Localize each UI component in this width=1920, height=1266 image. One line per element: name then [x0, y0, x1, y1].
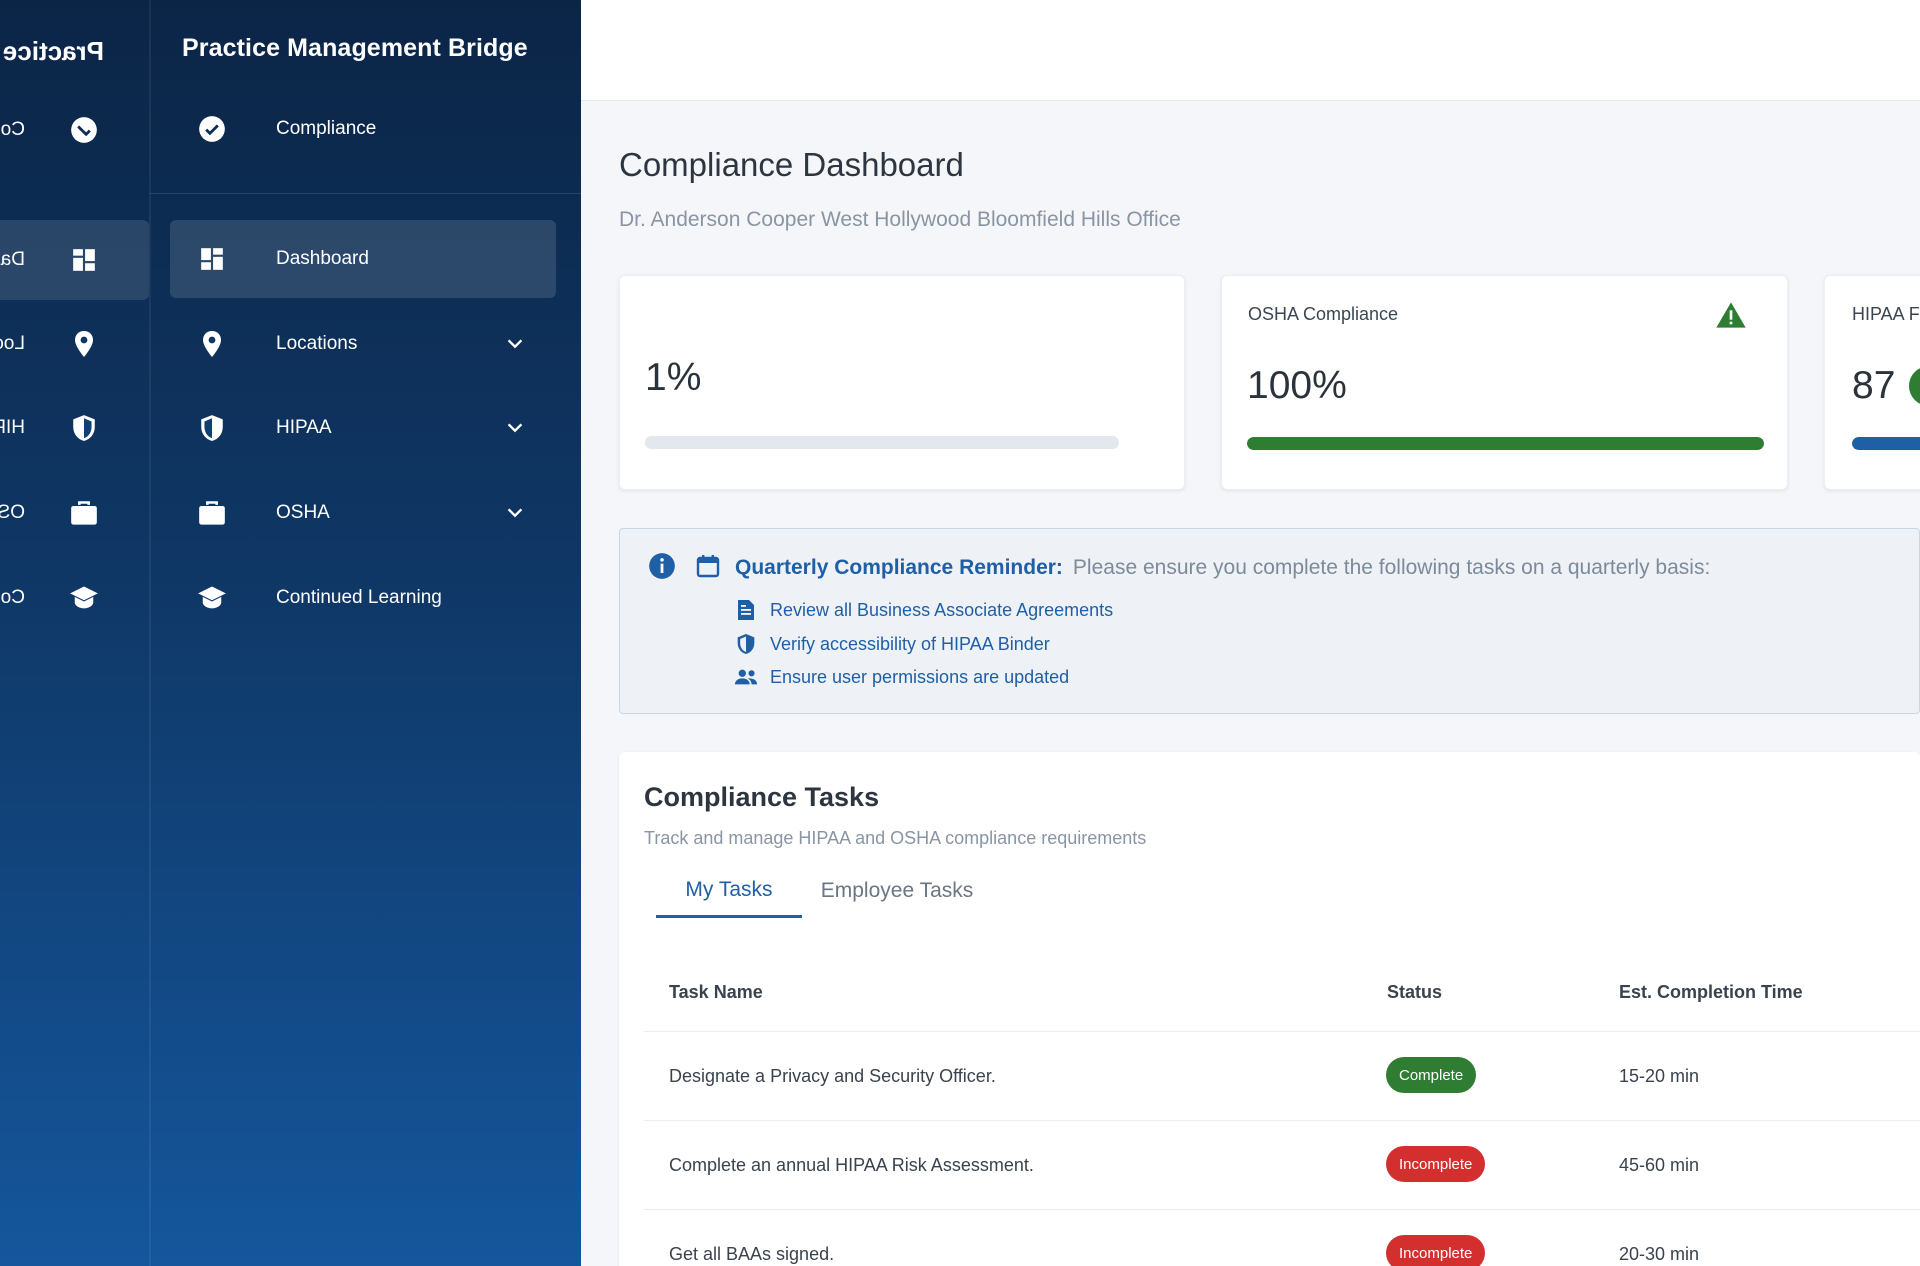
- chevron-down-icon[interactable]: [504, 333, 526, 355]
- compliance-tasks-card: Compliance Tasks Track and manage HIPAA …: [619, 752, 1920, 1266]
- sidebar-item-label: Compliance: [276, 118, 377, 139]
- chevron-down-icon[interactable]: [504, 502, 526, 524]
- shield-icon: [69, 413, 99, 443]
- progress-fill: [1247, 437, 1764, 450]
- sidebar-ghost-mirror: Practice M Com Dash Loca HIPA: [0, 0, 150, 1266]
- ghost-item-osha: OSH: [0, 473, 149, 553]
- briefcase-icon: [69, 498, 99, 528]
- sidebar-collapsed-divider: [150, 0, 151, 1266]
- ghost-label: Loca: [0, 333, 25, 354]
- column-header-task-name[interactable]: Task Name: [669, 982, 763, 1003]
- ghost-item-locations: Loca: [0, 304, 149, 384]
- section-subtitle: Track and manage HIPAA and OSHA complian…: [644, 828, 1147, 848]
- tab-my-tasks[interactable]: My Tasks: [656, 864, 802, 918]
- task-name: Designate a Privacy and Security Officer…: [669, 1066, 996, 1086]
- reminder-title: Quarterly Compliance Reminder:: [735, 556, 1063, 579]
- ghost-label: Com: [0, 119, 25, 140]
- column-header-status[interactable]: Status: [1387, 982, 1442, 1003]
- progress-track: [1852, 437, 1920, 450]
- reminder-item: Ensure user permissions are updated: [734, 663, 1069, 691]
- sidebar-item-label: Continued Learning: [276, 587, 442, 608]
- check-circle-icon: [196, 113, 228, 145]
- task-name: Complete an annual HIPAA Risk Assessment…: [669, 1155, 1034, 1175]
- completion-time: 20-30 min: [1619, 1244, 1700, 1264]
- stat-card-hipaa: HIPAA F 87: [1824, 275, 1920, 490]
- progress-fill: [645, 436, 650, 449]
- stat-value: 1%: [645, 356, 702, 399]
- sidebar-item-continued-learning[interactable]: Continued Learning: [170, 559, 556, 637]
- sidebar-item-label: Dashboard: [276, 248, 369, 269]
- app-brand: Practice Management Bridge: [182, 34, 528, 62]
- briefcase-icon: [196, 497, 228, 529]
- sidebar-item-hipaa[interactable]: HIPAA: [170, 389, 556, 467]
- calendar-icon: [696, 555, 720, 578]
- ghost-brand: Practice M: [0, 36, 104, 66]
- document-icon: [734, 598, 758, 622]
- dashboard-grid-icon: [69, 245, 99, 275]
- ghost-item-learning: Cont: [0, 558, 149, 638]
- status-dot: [1909, 366, 1920, 406]
- reminder-text: Please ensure you complete the following…: [1072, 556, 1711, 579]
- stat-value: 87: [1852, 364, 1896, 407]
- stat-label: OSHA Compliance: [1248, 304, 1399, 324]
- sidebar-item-compliance[interactable]: Compliance: [170, 90, 556, 168]
- stat-card-osha: OSHA Compliance 100%: [1221, 275, 1788, 490]
- section-title: Compliance Tasks: [644, 782, 880, 812]
- column-header-completion-time[interactable]: Est. Completion Time: [1619, 982, 1803, 1003]
- users-icon: [734, 665, 758, 689]
- sidebar-item-dashboard[interactable]: Dashboard: [170, 220, 556, 298]
- sidebar-item-label: OSHA: [276, 502, 330, 523]
- ghost-label: OSH: [0, 502, 25, 523]
- row-divider: [644, 1120, 1920, 1121]
- chevron-down-icon[interactable]: [504, 417, 526, 439]
- row-divider: [644, 1209, 1920, 1210]
- graduation-cap-icon: [69, 583, 99, 613]
- sidebar-item-locations[interactable]: Locations: [170, 305, 556, 383]
- top-bar: [581, 0, 1920, 101]
- completion-time: 45-60 min: [1619, 1155, 1700, 1175]
- dashboard-grid-icon: [196, 243, 228, 275]
- ghost-label: Cont: [0, 587, 25, 608]
- stat-value: 100%: [1247, 364, 1347, 407]
- warning-triangle-icon: [1716, 302, 1746, 328]
- reminder-item: Verify accessibility of HIPAA Binder: [734, 630, 1050, 658]
- sidebar-divider: [150, 193, 581, 194]
- info-icon: [649, 553, 675, 579]
- tab-employee-tasks[interactable]: Employee Tasks: [802, 864, 992, 918]
- page-subtitle: Dr. Anderson Cooper West Hollywood Bloom…: [619, 208, 1181, 231]
- reminder-item: Review all Business Associate Agreements: [734, 596, 1113, 624]
- status-badge: Incomplete: [1386, 1146, 1486, 1182]
- map-pin-icon: [196, 328, 228, 360]
- row-divider: [644, 1031, 1920, 1032]
- progress-track: [645, 436, 1119, 449]
- stat-card-overall: 1%: [619, 275, 1185, 490]
- shield-icon: [196, 412, 228, 444]
- ghost-item-compliance: Com: [0, 90, 149, 170]
- progress-track: [1247, 437, 1764, 450]
- sidebar-item-osha[interactable]: OSHA: [170, 474, 556, 552]
- reminder-item-label: Review all Business Associate Agreements: [770, 599, 1114, 620]
- ghost-item-dashboard: Dash: [0, 220, 149, 300]
- completion-time: 15-20 min: [1619, 1066, 1700, 1086]
- map-pin-icon: [69, 329, 99, 359]
- status-badge: Incomplete: [1386, 1235, 1486, 1266]
- ghost-item-hipaa: HIPA: [0, 388, 149, 468]
- status-badge: Complete: [1386, 1057, 1477, 1093]
- reminder-item-label: Verify accessibility of HIPAA Binder: [770, 633, 1050, 654]
- reminder-heading: Quarterly Compliance Reminder: Please ens…: [735, 556, 1710, 580]
- stat-label: HIPAA F: [1852, 304, 1920, 324]
- reminder-item-label: Ensure user permissions are updated: [770, 666, 1070, 687]
- page-title: Compliance Dashboard: [619, 146, 964, 183]
- progress-fill: [1852, 437, 1920, 450]
- graduation-cap-icon: [196, 582, 228, 614]
- check-circle-icon: [69, 115, 99, 145]
- quarterly-reminder-alert: Quarterly Compliance Reminder: Please ens…: [619, 528, 1920, 714]
- shield-icon: [734, 632, 758, 656]
- sidebar-item-label: Locations: [276, 333, 358, 354]
- sidebar: Practice M Com Dash Loca HIPA: [0, 0, 581, 1266]
- sidebar-item-label: HIPAA: [276, 417, 332, 438]
- ghost-label: Dash: [0, 249, 25, 270]
- task-name: Get all BAAs signed.: [669, 1244, 835, 1264]
- ghost-label: HIPA: [0, 417, 25, 438]
